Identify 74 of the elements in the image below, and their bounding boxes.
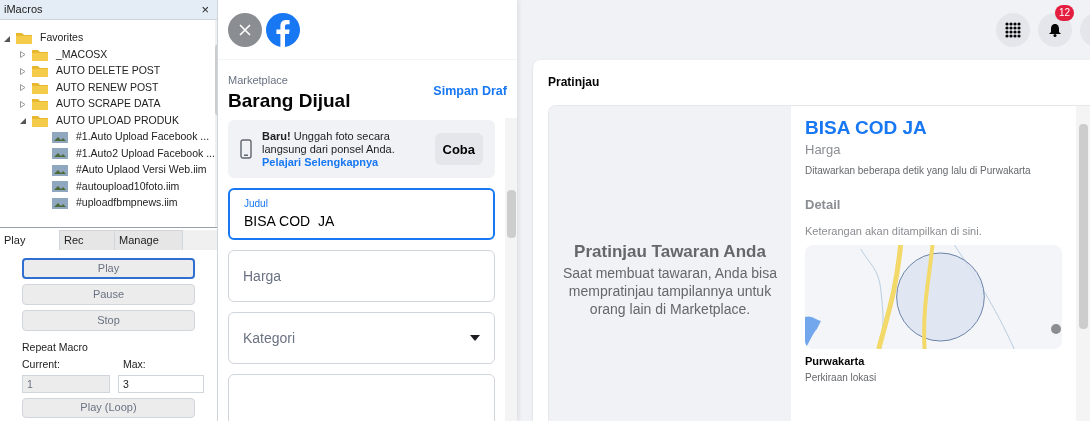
macro-button[interactable]: Stop [22, 310, 195, 331]
macro-file-icon [52, 197, 68, 209]
form-field[interactable] [228, 374, 495, 421]
section-label: Marketplace [228, 73, 289, 88]
location-name: Purwakarta [805, 354, 866, 370]
learn-more-link[interactable]: Pelajari Selengkapnya [262, 155, 412, 169]
tree-item[interactable]: #autoupload10foto.iim [76, 178, 180, 195]
tree-item[interactable]: AUTO DELETE POST [56, 63, 161, 80]
tree-item[interactable]: #1.Auto Upload Facebook ... [76, 129, 210, 146]
close-icon [238, 22, 252, 37]
folder-icon [32, 48, 48, 61]
tree-item[interactable]: #uploadfbmpnews.iim [76, 195, 178, 212]
folder-icon [32, 98, 48, 111]
group-label: Repeat Macro [22, 340, 89, 355]
tree-item[interactable]: #Auto Uplaod Versi Web.iim [76, 162, 207, 179]
card-heading: Pratinjau [548, 74, 601, 91]
notification-badge: 12 [1054, 5, 1074, 21]
macro-file-icon [52, 181, 68, 193]
macro-button[interactable]: Play [22, 258, 195, 279]
tab[interactable]: Play [0, 230, 60, 250]
collapsed-triangle-icon[interactable] [20, 67, 26, 75]
macro-file-icon [52, 131, 68, 143]
text-field[interactable]: Harga [228, 250, 495, 303]
try-button[interactable]: Coba [434, 133, 483, 166]
listing-title: BISA COD JA [805, 116, 928, 140]
tree-item[interactable]: _MACOSX [56, 46, 108, 63]
tree-item[interactable]: AUTO SCRAPE DATA [56, 96, 161, 113]
scrollbar[interactable] [1076, 106, 1090, 421]
scrollbar[interactable] [505, 118, 517, 421]
text-field[interactable]: Judul BISA COD JA [228, 188, 495, 241]
empty-text: Saat membuat tawaran, Anda bisa mempratinjau tampilannya untuk orang lain di Marketplace. [562, 264, 778, 319]
category-select[interactable]: Kategori [228, 312, 495, 365]
page-title: Barang Dijual [228, 88, 351, 113]
empty-title: Pratinjau Tawaran Anda [574, 240, 766, 263]
folder-icon [16, 32, 32, 45]
tree-item[interactable]: Favorites [40, 30, 84, 47]
field-label: Current: [22, 356, 61, 372]
folder-icon [32, 65, 48, 78]
macro-button[interactable]: Pause [22, 284, 195, 305]
collapsed-triangle-icon[interactable] [20, 51, 26, 59]
detail-text: Keterangan akan ditampilkan di sini. [805, 223, 983, 239]
bell-icon [1048, 23, 1062, 37]
location-note: Perkiraan lokasi [805, 370, 878, 385]
detail-heading: Detail [805, 196, 842, 215]
close-button[interactable] [228, 12, 262, 47]
field-label: Max: [123, 356, 146, 372]
price-label: Harga [805, 140, 842, 159]
tree-item[interactable]: AUTO RENEW POST [56, 79, 159, 96]
tree-item[interactable]: AUTO UPLOAD PRODUK [56, 112, 179, 129]
panel-title: iMacros [4, 2, 43, 18]
folder-icon [32, 114, 48, 127]
tab[interactable]: Manage [115, 230, 183, 250]
collapsed-triangle-icon[interactable] [20, 84, 26, 92]
promo-text: Baru! Unggah foto secara langsung dari ponsel Anda. [262, 129, 396, 156]
folder-icon [32, 81, 48, 94]
save-draft-link[interactable]: Simpan Draf [433, 81, 507, 101]
expanded-triangle-icon[interactable] [20, 117, 26, 125]
play-loop-button[interactable]: Play (Loop) [22, 397, 195, 418]
text-input[interactable]: Harga [243, 265, 480, 287]
macro-file-icon [52, 148, 68, 160]
text-input[interactable]: BISA COD JA [244, 211, 479, 233]
expanded-triangle-icon[interactable] [4, 34, 10, 42]
tab[interactable]: Rec [60, 230, 115, 250]
caret-icon [470, 335, 480, 342]
tree-item[interactable]: #1.Auto2 Upload Facebook ... [76, 145, 215, 162]
macro-file-icon [52, 164, 68, 176]
grid-icon [1005, 22, 1021, 38]
max-field[interactable]: 3 [118, 374, 204, 393]
close-button[interactable]: × [201, 0, 213, 20]
collapsed-triangle-icon[interactable] [20, 100, 26, 108]
menu-button[interactable] [996, 13, 1030, 47]
facebook-logo-icon[interactable] [266, 12, 300, 47]
phone-icon [240, 139, 252, 160]
listing-meta: Ditawarkan beberapa detik yang lalu di Purwakarta [805, 164, 1032, 179]
